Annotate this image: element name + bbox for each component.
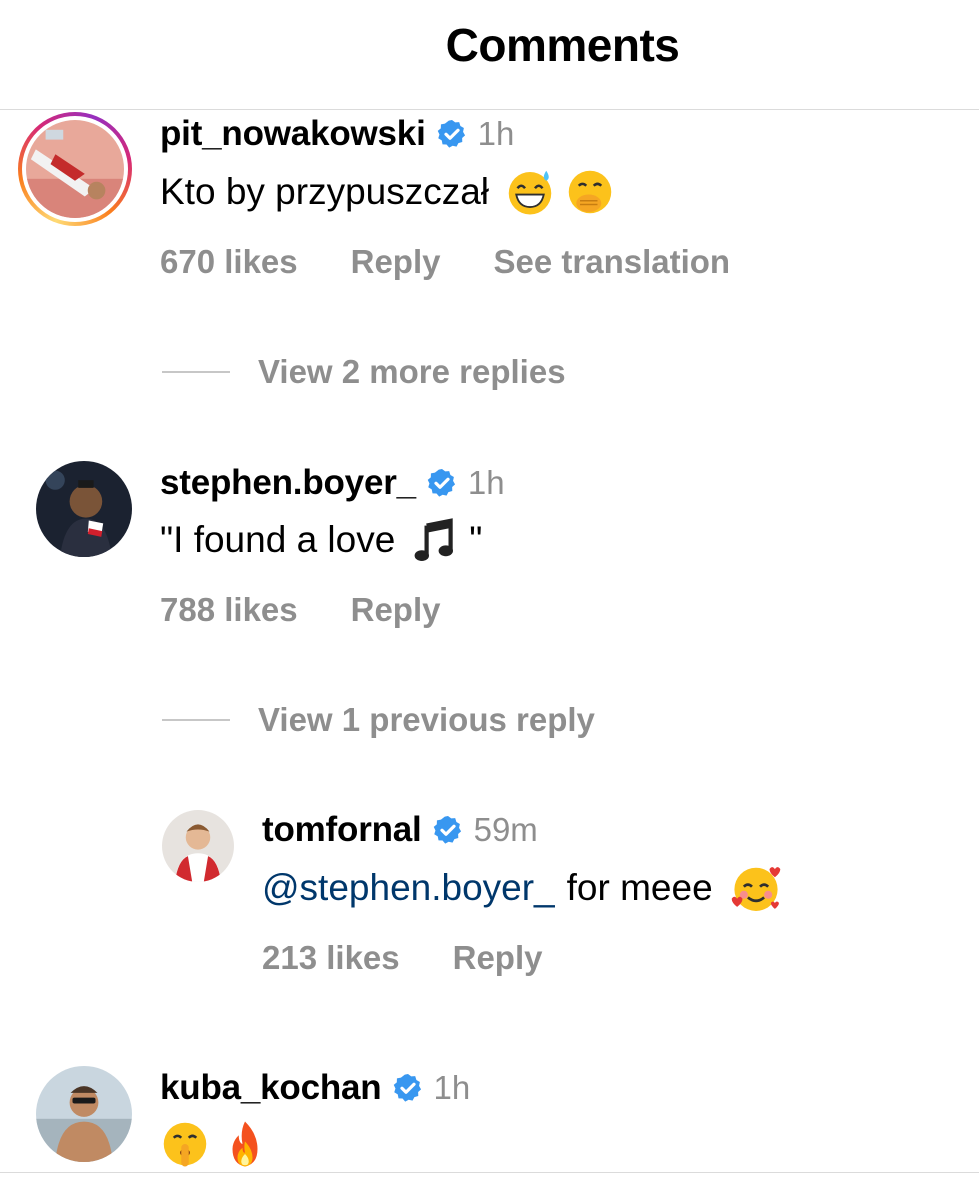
shushing-face-emoji	[160, 1119, 210, 1169]
username[interactable]: kuba_kochan	[160, 1068, 382, 1108]
fire-emoji	[220, 1119, 270, 1169]
avatar[interactable]	[36, 1066, 132, 1162]
bottom-divider	[0, 1172, 979, 1173]
timestamp: 1h	[433, 1069, 471, 1106]
verified-badge-icon	[392, 1072, 424, 1104]
comments-screen: Comments pit_nowakowski 1h Kto by przypu…	[0, 0, 979, 1203]
comment-kuba-kochan: kuba_kochan 1h	[0, 0, 979, 1172]
